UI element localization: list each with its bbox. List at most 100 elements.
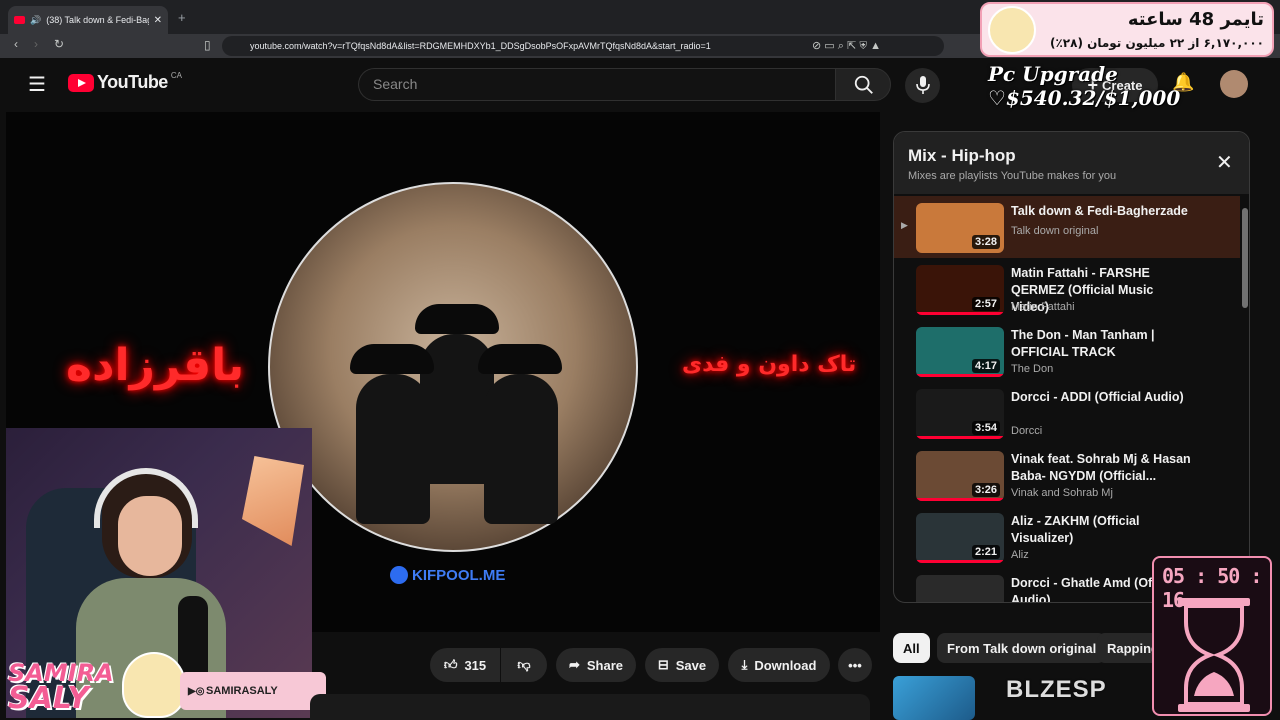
playlist-item-duration: 3:26 — [971, 483, 1000, 497]
playlist-item-title[interactable]: Dorcci - ADDI (Official Audio) — [1011, 389, 1191, 406]
browser-tab[interactable]: 🔊 (38) Talk down & Fedi-Bagherz ✕ — [8, 6, 168, 34]
dislike-button[interactable]: 👎︎ — [501, 648, 547, 682]
figure-left — [356, 374, 430, 524]
playlist-subtitle: Mixes are playlists YouTube makes for yo… — [908, 170, 1117, 182]
donation-timer-overlay: تایمر 48 ساعته ۶,۱۷۰,۰۰۰ از ۲۲ میلیون تو… — [980, 2, 1274, 57]
streamer-avatar-sticker — [122, 652, 186, 718]
playlist-item-title[interactable]: Aliz - ZAKHM (Official Visualizer) — [1011, 513, 1191, 547]
search-input[interactable]: Search — [358, 68, 835, 101]
watched-progress-bar — [916, 436, 1004, 439]
new-tab-icon[interactable]: + — [178, 10, 186, 25]
playlist-scrollbar[interactable] — [1242, 208, 1248, 308]
playlist-item-duration: 2:21 — [971, 545, 1000, 559]
country-code: CA — [170, 71, 182, 80]
playlist-item-channel: Vinak and Sohrab Mj — [1011, 487, 1113, 499]
pc-upgrade-goal: Pc Upgrade ♡$540.32/$1,000 — [988, 62, 1181, 110]
hat-left — [350, 344, 434, 374]
playlist-item-title[interactable]: Talk down & Fedi-Bagherzade — [1011, 203, 1191, 220]
url-text: youtube.com/watch?v=rTQfqsNd8dA&list=RDG… — [250, 41, 711, 51]
more-icon: ••• — [848, 657, 862, 673]
timer-progress-text: ۶,۱۷۰,۰۰۰ از ۲۲ میلیون تومان (۲۸٪) — [1049, 36, 1264, 50]
filter-chip[interactable]: From Talk down original — [937, 633, 1107, 663]
playlist-item-title[interactable]: The Don - Man Tanham | OFFICIAL TRACK — [1011, 327, 1191, 361]
countdown-overlay: 05 : 50 : 16 — [1152, 556, 1272, 716]
download-button[interactable]: ⤓ Download — [728, 648, 830, 682]
microphone-icon — [916, 76, 930, 94]
playlist-item[interactable]: 3:26 Vinak feat. Sohrab Mj & Hasan Baba- … — [894, 444, 1240, 506]
thumbs-up-icon: 👍︎ — [443, 657, 458, 672]
download-label: Download — [754, 657, 817, 673]
now-playing-icon: ▶ — [901, 220, 908, 230]
playlist-item-duration: 2:57 — [971, 297, 1000, 311]
playlist-item-thumbnail[interactable]: 3:26 — [916, 451, 1004, 501]
menu-icon[interactable]: ☰ — [28, 72, 46, 97]
youtube-logo[interactable]: YouTube CA — [68, 71, 182, 93]
watched-progress-bar — [916, 498, 1004, 501]
watched-progress-bar — [916, 374, 1004, 377]
playlist-panel: Mix - Hip-hop Mixes are playlists YouTub… — [893, 131, 1250, 603]
tab-title: (38) Talk down & Fedi-Bagherz — [46, 15, 148, 25]
youtube-play-icon — [68, 73, 94, 92]
reload-icon[interactable]: ↻ — [54, 37, 64, 51]
watermark-text: KIFPOOL.ME — [412, 566, 506, 584]
more-actions-button[interactable]: ••• — [838, 648, 872, 682]
playlist-item-duration: 3:54 — [971, 421, 1000, 435]
share-button[interactable]: ➦ Share — [556, 648, 636, 682]
search-icon — [854, 75, 873, 94]
like-count: 315 — [464, 657, 487, 673]
social-handle-badge: ▶◎ SAMIRASALY — [180, 672, 326, 710]
wall-lights — [242, 456, 304, 546]
forward-icon[interactable]: › — [34, 37, 38, 51]
share-label: Share — [586, 657, 624, 673]
playlist-item[interactable]: 3:54 Dorcci - ADDI (Official Audio) Dorcci — [894, 382, 1240, 444]
playlist-item-channel: Aliz — [1011, 549, 1029, 561]
playlist-item-thumbnail[interactable]: 2:21 — [916, 513, 1004, 563]
figure-right — [484, 374, 558, 524]
speaker-icon: 🔊 — [30, 14, 42, 25]
playlist-item-channel: Dorcci — [1011, 425, 1043, 437]
like-button[interactable]: 👍︎ 315 — [430, 648, 500, 682]
playlist-item[interactable]: 4:17 The Don - Man Tanham | OFFICIAL TRAC… — [894, 320, 1240, 382]
video-circle-image — [268, 182, 638, 552]
sponsor-logo-text: BLZESP — [1006, 676, 1107, 703]
close-tab-icon[interactable]: ✕ — [154, 15, 162, 26]
neon-text-left: باقرزاده — [66, 340, 245, 391]
playlist-item-thumbnail[interactable]: 4:17 — [916, 327, 1004, 377]
watched-progress-bar — [916, 560, 1004, 563]
playlist-item-channel: Talk down original — [1011, 225, 1099, 237]
hourglass-icon — [1178, 598, 1250, 712]
playlist-item-thumbnail[interactable]: 3:36 — [916, 575, 1004, 602]
youtube-favicon-icon — [14, 16, 25, 24]
playlist-item-title[interactable]: Vinak feat. Sohrab Mj & Hasan Baba- NGYD… — [1011, 451, 1191, 485]
watched-progress-bar — [916, 312, 1004, 315]
recommended-video-thumbnail[interactable] — [893, 676, 975, 720]
description-box[interactable] — [310, 694, 870, 720]
bookmark-icon[interactable]: ▯ — [204, 38, 211, 52]
extensions-icon[interactable]: ⊘ ▭ ⌕ ⇱ ⛨ ▲ — [812, 39, 881, 53]
playlist-item[interactable]: ▶ 3:28 Talk down & Fedi-Bagherzade Talk dow… — [894, 196, 1240, 258]
streamer-name-logo: SAMIRA SALY — [8, 660, 114, 716]
filter-chip[interactable]: All — [893, 633, 930, 663]
social-handle: SAMIRASALY — [206, 685, 278, 697]
voice-search-button[interactable] — [905, 68, 940, 103]
search-button[interactable] — [835, 68, 891, 101]
headphones — [94, 468, 198, 528]
playlist-item-duration: 4:17 — [971, 359, 1000, 373]
neon-text-right: تاک داون و فدی — [682, 352, 857, 377]
playlist-item-thumbnail[interactable]: 3:28 — [916, 203, 1004, 253]
kifpool-icon — [390, 566, 408, 584]
playlist-item[interactable]: 2:57 Matin Fattahi - FARSHE QERMEZ (Offic… — [894, 258, 1240, 320]
youtube-instagram-icon: ▶◎ — [188, 685, 205, 697]
close-icon[interactable]: ✕ — [1216, 150, 1233, 175]
logo-text: YouTube — [97, 72, 168, 92]
streamer-name-line2: SALY — [8, 681, 89, 716]
playlist-item-thumbnail[interactable]: 3:54 — [916, 389, 1004, 439]
share-icon: ➦ — [568, 657, 580, 672]
hat-right — [478, 344, 562, 374]
playlist-item-channel: Matin Fattahi — [1011, 301, 1075, 313]
back-icon[interactable]: ‹ — [14, 37, 18, 51]
save-button[interactable]: ⊟ Save — [645, 648, 719, 682]
playlist-item-channel: The Don — [1011, 363, 1054, 375]
timer-avatar-sticker — [988, 6, 1036, 54]
playlist-item-thumbnail[interactable]: 2:57 — [916, 265, 1004, 315]
